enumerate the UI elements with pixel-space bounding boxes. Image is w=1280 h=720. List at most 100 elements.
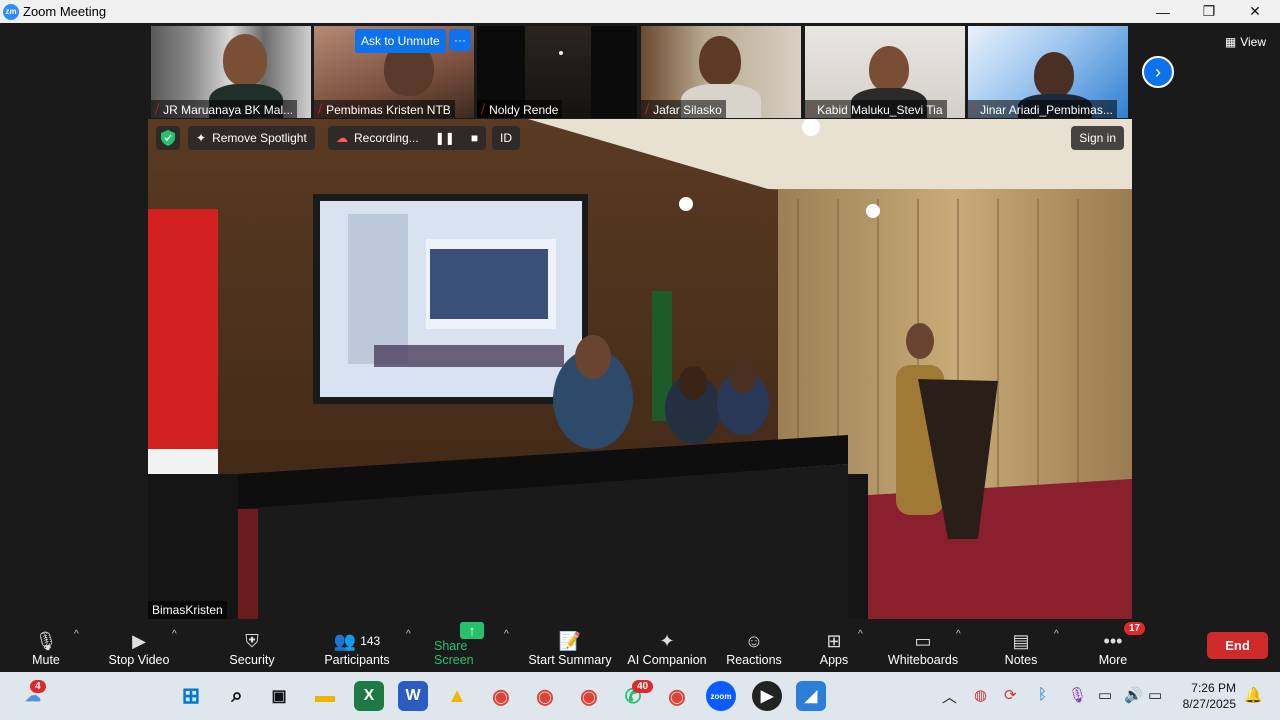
pause-icon[interactable]: ❚❚	[435, 131, 455, 145]
word-icon[interactable]: W	[398, 681, 428, 711]
apps-options-caret[interactable]: ^	[858, 629, 863, 640]
show-hidden-icons-icon[interactable]: ︿	[942, 686, 957, 707]
participant-name: ⧸ Kabid Maluku_Stevi Tia	[805, 100, 947, 118]
excel-icon[interactable]: X	[354, 681, 384, 711]
room-scene	[148, 119, 1132, 619]
notes-icon: ▤	[1012, 630, 1030, 651]
recording-indicator: ☁ Recording... ❚❚ ■	[328, 126, 487, 150]
security-shield-icon[interactable]	[156, 126, 180, 150]
mic-muted-icon: ⧸	[972, 102, 977, 116]
maximize-button[interactable]: ❐	[1186, 0, 1232, 23]
participants-icon: 👥	[333, 630, 357, 651]
ai-companion-button[interactable]: ✦ AI Companion	[626, 623, 708, 672]
participant-name: ⧸ Noldy Rende	[477, 100, 563, 118]
notes-button[interactable]: ▤ Notes	[1002, 623, 1040, 672]
participant-tile[interactable]: ⧸ Jafar Silasko	[641, 26, 801, 118]
chrome-profile-b-icon[interactable]: ◉	[662, 681, 692, 711]
shield-icon: ⛨	[245, 630, 259, 651]
participants-button[interactable]: 👥 143 Participants	[322, 623, 392, 672]
participant-name: ⧸ Jinar Ariadi_Pembimas...	[968, 100, 1117, 118]
tray-app-icon[interactable]: ◍	[974, 686, 987, 704]
volume-icon[interactable]: 🔊	[1124, 686, 1143, 704]
file-explorer-icon[interactable]: ▬	[310, 681, 340, 711]
share-screen-button[interactable]: ↑ Share Screen	[434, 622, 510, 672]
mic-muted-icon: ⧸	[481, 102, 486, 116]
more-notification-badge: 17	[1124, 622, 1146, 635]
cloud-recording-icon: ☁	[336, 131, 348, 145]
chrome-profile-r-icon[interactable]: ◉	[574, 681, 604, 711]
mute-button[interactable]: 🎙 Mute	[28, 623, 64, 672]
meeting-toolbar: 🎙 Mute ^ ▶ Stop Video ^ ⛨ Security 👥 143 …	[0, 622, 1280, 672]
end-meeting-button[interactable]: End	[1207, 632, 1268, 659]
media-player-icon[interactable]: ▶	[752, 681, 782, 711]
system-clock[interactable]: 7:26 PM 8/27/2025	[1183, 680, 1236, 712]
mic-muted-icon: ⧸	[809, 102, 814, 116]
participant-name: ⧸ Pembimas Kristen NTB	[314, 100, 455, 118]
tile-more-button[interactable]: ···	[449, 29, 471, 51]
whatsapp-badge: 40	[632, 680, 654, 693]
photos-icon[interactable]: ◢	[796, 681, 826, 711]
whiteboards-options-caret[interactable]: ^	[956, 629, 961, 640]
spotlight-video: ✦ Remove Spotlight ☁ Recording... ❚❚ ■ I…	[148, 119, 1132, 619]
next-page-button[interactable]: ›	[1142, 56, 1174, 88]
more-dots-icon: •••	[1103, 630, 1123, 651]
network-icon[interactable]: ▭	[1098, 686, 1112, 704]
microphone-tray-icon[interactable]: 🎙	[1068, 686, 1087, 704]
title-bar: zm Zoom Meeting — ❐ ✕	[0, 0, 1280, 23]
windows-start-icon[interactable]: ⊞	[176, 681, 206, 711]
battery-icon[interactable]: ▭	[1148, 686, 1162, 704]
microphone-icon: 🎙	[34, 630, 58, 651]
participant-name: ⧸ Jafar Silasko	[641, 100, 726, 118]
summary-icon: 📝	[558, 630, 582, 651]
view-button[interactable]: ▦ View	[1225, 35, 1266, 49]
bluetooth-icon[interactable]: ᛒ	[1038, 686, 1047, 703]
share-options-caret[interactable]: ^	[504, 629, 509, 640]
stop-video-button[interactable]: ▶ Stop Video	[104, 623, 174, 672]
participant-tile[interactable]: ⧸ Jinar Ariadi_Pembimas...	[968, 26, 1128, 118]
grid-view-icon: ▦	[1224, 35, 1237, 49]
participant-tile[interactable]: ⧸ JR Maruanaya BK Mal...	[151, 26, 311, 118]
mic-muted-icon: ⧸	[318, 102, 323, 116]
apps-icon: ⊞	[826, 630, 842, 651]
mic-muted-icon: ⧸	[155, 102, 160, 116]
windows-taskbar: ☁ 4 ⊞ ⌕ ▣ ▬ X W ▲ ◉ ◉ ◉ ✆ 40 ◉ zoom ▶ ◢ …	[0, 672, 1280, 720]
video-options-caret[interactable]: ^	[172, 629, 177, 640]
clock-date: 8/27/2025	[1182, 697, 1236, 711]
close-button[interactable]: ✕	[1232, 0, 1278, 23]
weather-badge: 4	[30, 680, 46, 693]
mic-muted-icon: ⧸	[645, 102, 650, 116]
start-summary-button[interactable]: 📝 Start Summary	[526, 623, 614, 672]
zoom-logo-icon: zm	[3, 3, 19, 20]
meeting-id-button[interactable]: ID	[492, 126, 520, 150]
apps-button[interactable]: ⊞ Apps	[818, 623, 850, 672]
meeting-stage: ⧸ JR Maruanaya BK Mal... ⧸ Pembimas Kriste…	[0, 23, 1280, 623]
reactions-button[interactable]: ☺ Reactions	[726, 623, 782, 672]
ask-to-unmute-button[interactable]: Ask to Unmute	[355, 29, 446, 53]
chrome-profile-d-icon[interactable]: ◉	[530, 681, 560, 711]
participants-count: 143	[360, 634, 381, 648]
participants-options-caret[interactable]: ^	[406, 629, 411, 640]
search-icon[interactable]: ⌕	[222, 681, 252, 711]
whiteboards-button[interactable]: ▭ Whiteboards	[886, 623, 960, 672]
minimize-button[interactable]: —	[1140, 0, 1186, 23]
sparkle-icon: ✦	[659, 630, 675, 651]
task-view-icon[interactable]: ▣	[264, 681, 294, 711]
mute-options-caret[interactable]: ^	[74, 629, 79, 640]
chrome-icon[interactable]: ◉	[486, 681, 516, 711]
notes-options-caret[interactable]: ^	[1054, 629, 1059, 640]
security-button[interactable]: ⛨ Security	[226, 623, 278, 672]
notification-center-icon[interactable]: 🔔	[1244, 686, 1263, 704]
speaker-name: BimasKristen	[148, 601, 227, 619]
participant-tile[interactable]: ⧸ Noldy Rende	[477, 26, 637, 118]
sign-in-button[interactable]: Sign in	[1071, 126, 1124, 150]
zoom-app-icon[interactable]: zoom	[706, 681, 736, 711]
google-drive-icon[interactable]: ▲	[442, 681, 472, 711]
share-screen-icon: ↑	[460, 622, 484, 639]
remove-spotlight-button[interactable]: ✦ Remove Spotlight	[188, 126, 315, 150]
video-camera-icon: ▶	[132, 630, 146, 651]
participant-tile[interactable]: ⧸ Kabid Maluku_Stevi Tia	[805, 26, 965, 118]
whiteboard-icon: ▭	[914, 630, 932, 651]
sync-icon[interactable]: ⟳	[1004, 686, 1017, 704]
stop-icon[interactable]: ■	[471, 131, 478, 145]
window-title: Zoom Meeting	[23, 4, 107, 19]
